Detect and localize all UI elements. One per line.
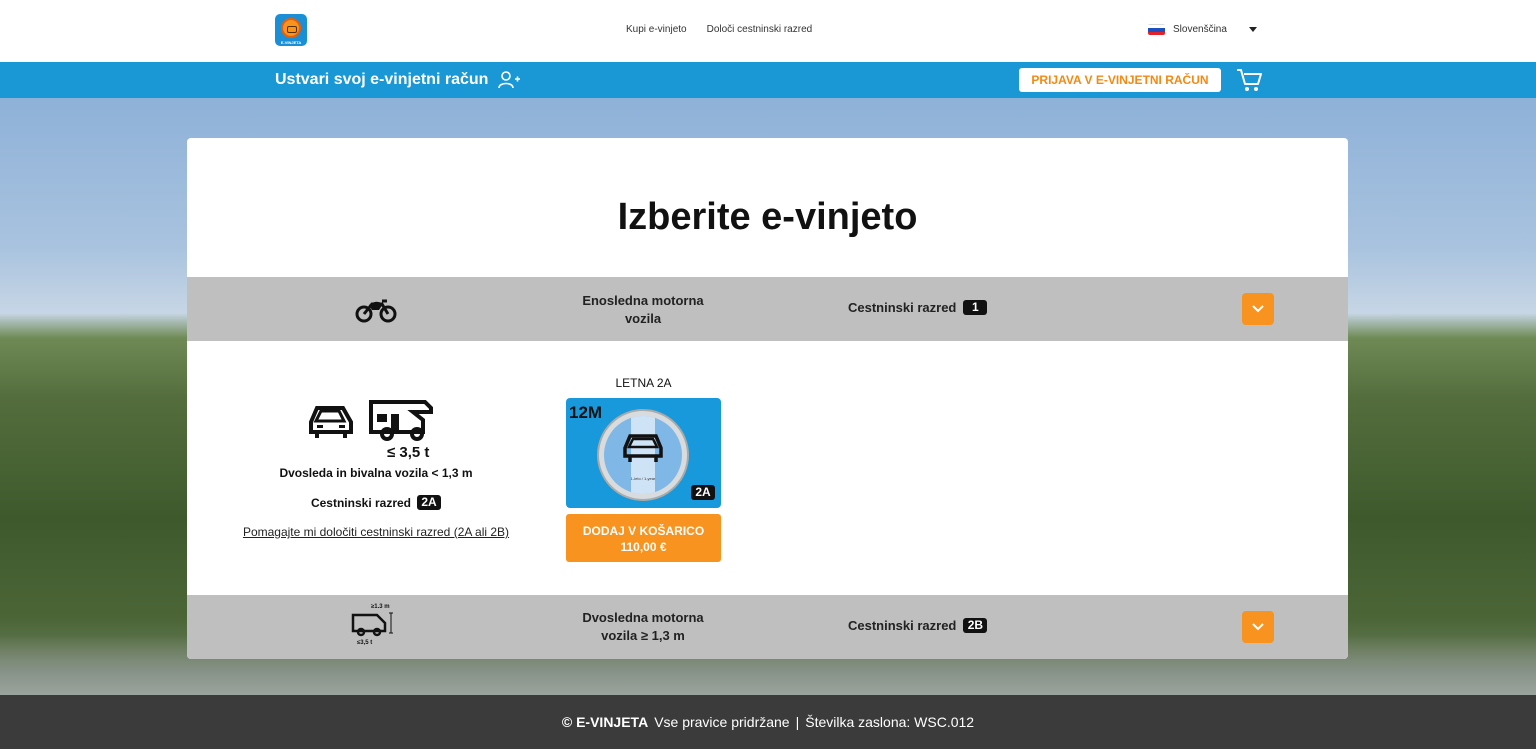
expand-button[interactable] bbox=[1242, 293, 1274, 325]
vignette-disc: 1-leto / 1-year bbox=[597, 409, 689, 501]
car-icon bbox=[623, 434, 663, 462]
e-vinjeta-logo[interactable]: E-VINJETA bbox=[275, 14, 307, 46]
toll-class-label: Cestninski razred bbox=[848, 618, 957, 633]
create-account-label: Ustvari svoj e-vinjetni račun bbox=[275, 71, 489, 88]
toll-class-label: Cestninski razred bbox=[310, 495, 412, 510]
toll-class-badge: 2A bbox=[417, 495, 442, 510]
category-name: Dvosledna motorna vozila ≥ 1,3 m bbox=[582, 610, 704, 643]
chevron-down-icon bbox=[1252, 305, 1264, 313]
toll-class-badge: 2B bbox=[963, 618, 988, 633]
slovenia-flag-icon bbox=[1148, 24, 1165, 35]
create-account-link[interactable]: Ustvari svoj e-vinjetni račun bbox=[275, 71, 521, 89]
expand-button[interactable] bbox=[1242, 611, 1274, 643]
logo-text: E-VINJETA bbox=[280, 40, 302, 45]
vehicle-description: Dvosleda in bivalna vozila < 1,3 m bbox=[279, 466, 473, 480]
toll-class: Cestninski razred 2B bbox=[848, 618, 988, 633]
chevron-down-icon bbox=[1252, 623, 1264, 631]
weight-limit: ≤ 3,5 t bbox=[387, 444, 430, 461]
language-selector[interactable]: Slovenščina bbox=[1148, 24, 1257, 35]
footer-separator: | bbox=[795, 714, 800, 730]
add-user-icon bbox=[498, 71, 521, 89]
cart-icon[interactable] bbox=[1236, 67, 1264, 93]
add-to-cart-label: DODAJ V KOŠARICO bbox=[582, 524, 705, 538]
vignette-duration: 12M bbox=[569, 403, 603, 422]
vignette-selection-card: Izberite e-vinjeto Enosledna motorna voz… bbox=[187, 138, 1348, 659]
van-icon: ≥1.3 m ≤3,5 t bbox=[351, 604, 393, 646]
toll-class: Cestninski razred 1 bbox=[848, 300, 988, 315]
page-title: Izberite e-vinjeto bbox=[617, 196, 918, 238]
nav-determine-toll-class[interactable]: Določi cestninski razred bbox=[707, 24, 813, 35]
add-to-cart-button[interactable]: DODAJ V KOŠARICO 110,00 € bbox=[566, 514, 721, 562]
vignette-year-text: 1-leto / 1-year bbox=[630, 476, 656, 481]
category-name: Enosledna motorna vozila bbox=[582, 293, 704, 326]
toll-class-2a: Cestninski razred 2A bbox=[187, 495, 565, 510]
vignette-image[interactable]: 12M 1-leto / 1-year 2A bbox=[566, 398, 721, 508]
category-row-2b[interactable]: ≥1.3 m ≤3,5 t Dvosledna motorna vozila ≥… bbox=[187, 595, 1348, 659]
product-title: LETNA 2A bbox=[615, 376, 672, 390]
screen-number: Številka zaslona: WSC.012 bbox=[805, 714, 975, 730]
toll-class-label: Cestninski razred bbox=[848, 300, 957, 315]
van-weight-label: ≤3,5 t bbox=[357, 640, 372, 646]
chevron-down-icon bbox=[1248, 27, 1257, 32]
footer-rights: Vse pravice pridržane bbox=[654, 714, 790, 730]
category-row-motorcycles[interactable]: Enosledna motorna vozila Cestninski razr… bbox=[187, 277, 1348, 341]
help-determine-class-link[interactable]: Pomagajte mi določiti cestninski razred … bbox=[187, 525, 565, 539]
top-navigation: E-VINJETA Kupi e-vinjeto Določi cestnins… bbox=[0, 0, 1536, 62]
footer-brand: © E-VINJETA bbox=[561, 714, 649, 730]
account-bar: Ustvari svoj e-vinjetni račun PRIJAVA V … bbox=[0, 62, 1536, 98]
main-nav: Kupi e-vinjeto Določi cestninski razred bbox=[626, 24, 812, 35]
van-height-label: ≥1.3 m bbox=[371, 604, 390, 610]
price: 110,00 € bbox=[620, 540, 667, 554]
toll-class-badge: 1 bbox=[963, 300, 988, 315]
footer: © E-VINJETA Vse pravice pridržane | Štev… bbox=[0, 695, 1536, 749]
motorcycle-icon bbox=[355, 299, 397, 323]
login-button[interactable]: PRIJAVA V E-VINJETNI RAČUN bbox=[1019, 68, 1221, 92]
nav-buy-vignette[interactable]: Kupi e-vinjeto bbox=[626, 24, 687, 35]
vignette-class-badge: 2A bbox=[691, 485, 715, 500]
language-label: Slovenščina bbox=[1173, 24, 1227, 35]
